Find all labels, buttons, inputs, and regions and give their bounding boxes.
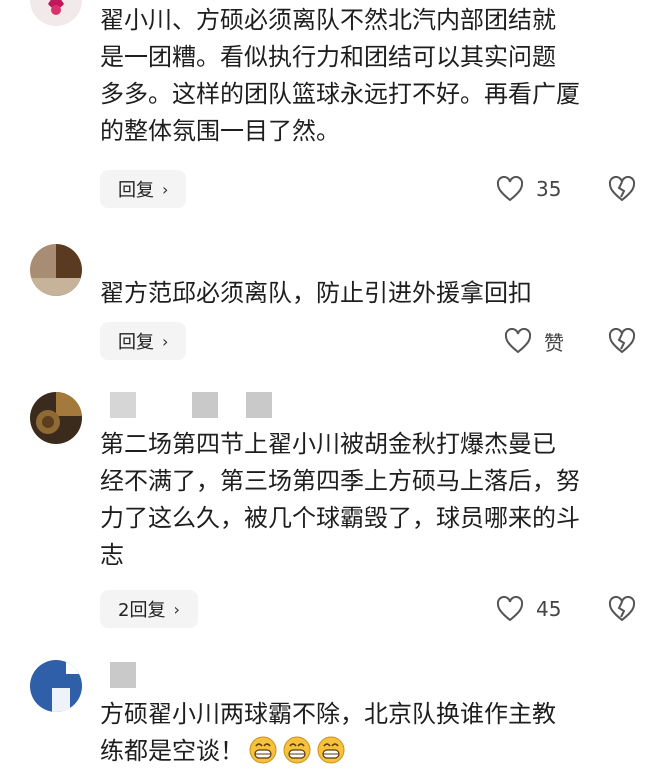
dislike-button[interactable]	[608, 170, 636, 208]
broken-heart-icon	[608, 596, 636, 622]
username-row	[100, 392, 280, 418]
grin-emoji	[249, 736, 277, 764]
like-button[interactable]: 35	[496, 170, 561, 208]
comment-text: 第二场第四节上翟小川被胡金秋打爆杰曼已 经不满了，第三场第四季上方硕马上落后，努…	[100, 430, 580, 569]
heart-icon	[504, 328, 532, 354]
comment-item: 第二场第四节上翟小川被胡金秋打爆杰曼已 经不满了，第三场第四季上方硕马上落后，努…	[0, 386, 660, 636]
like-button[interactable]: 赞	[504, 322, 564, 360]
emoji-group	[244, 736, 346, 765]
comment-item: 翟方范邱必须离队，防止引进外援拿回扣 回复 › 赞	[0, 238, 660, 368]
comment-text: 方硕翟小川两球霸不除，北京队换谁作主教 练都是空谈！	[100, 696, 640, 770]
heart-icon	[496, 596, 524, 622]
blurred-username	[110, 392, 136, 418]
like-count: 45	[536, 597, 562, 621]
username-row	[100, 662, 160, 688]
chevron-right-icon: ›	[162, 179, 169, 199]
avatar[interactable]	[30, 244, 82, 296]
reply-label: 回复	[118, 180, 154, 201]
like-count: 35	[536, 177, 562, 201]
avatar-image	[30, 660, 82, 712]
avatar-image	[30, 244, 82, 296]
chevron-right-icon: ›	[173, 599, 180, 619]
like-button[interactable]: 45	[496, 590, 561, 628]
comment-item: 方硕翟小川两球霸不除，北京队换谁作主教 练都是空谈！	[0, 656, 660, 779]
reply-button[interactable]: 回复 ›	[100, 170, 187, 208]
comment-actions: 35	[496, 170, 636, 208]
grin-emoji	[283, 736, 311, 764]
reply-button[interactable]: 回复 ›	[100, 322, 187, 360]
avatar[interactable]	[30, 0, 82, 26]
comment-item: 翟小川、方硕必须离队不然北汽内部团结就 是一团糟。看似执行力和团结可以其实问题 …	[0, 0, 660, 230]
chevron-right-icon: ›	[162, 331, 169, 351]
dislike-button[interactable]	[608, 322, 636, 360]
reply-button[interactable]: 2回复 ›	[100, 590, 198, 628]
reply-label: 2回复	[118, 600, 166, 621]
blurred-username	[192, 392, 218, 418]
avatar-image	[30, 0, 82, 26]
comment-actions: 45	[496, 590, 636, 628]
blurred-username	[246, 392, 272, 418]
reply-label: 回复	[118, 332, 154, 353]
broken-heart-icon	[608, 176, 636, 202]
heart-icon	[496, 176, 524, 202]
comment-text: 翟小川、方硕必须离队不然北汽内部团结就 是一团糟。看似执行力和团结可以其实问题 …	[100, 6, 580, 145]
avatar-image	[30, 392, 82, 444]
dislike-button[interactable]	[608, 590, 636, 628]
blurred-username	[110, 662, 136, 688]
comment-actions: 赞	[496, 322, 636, 360]
avatar[interactable]	[30, 392, 82, 444]
avatar[interactable]	[30, 660, 82, 712]
like-label: 赞	[544, 330, 564, 355]
broken-heart-icon	[608, 328, 636, 354]
grin-emoji	[317, 736, 345, 764]
comment-text: 翟方范邱必须离队，防止引进外援拿回扣	[100, 279, 532, 307]
